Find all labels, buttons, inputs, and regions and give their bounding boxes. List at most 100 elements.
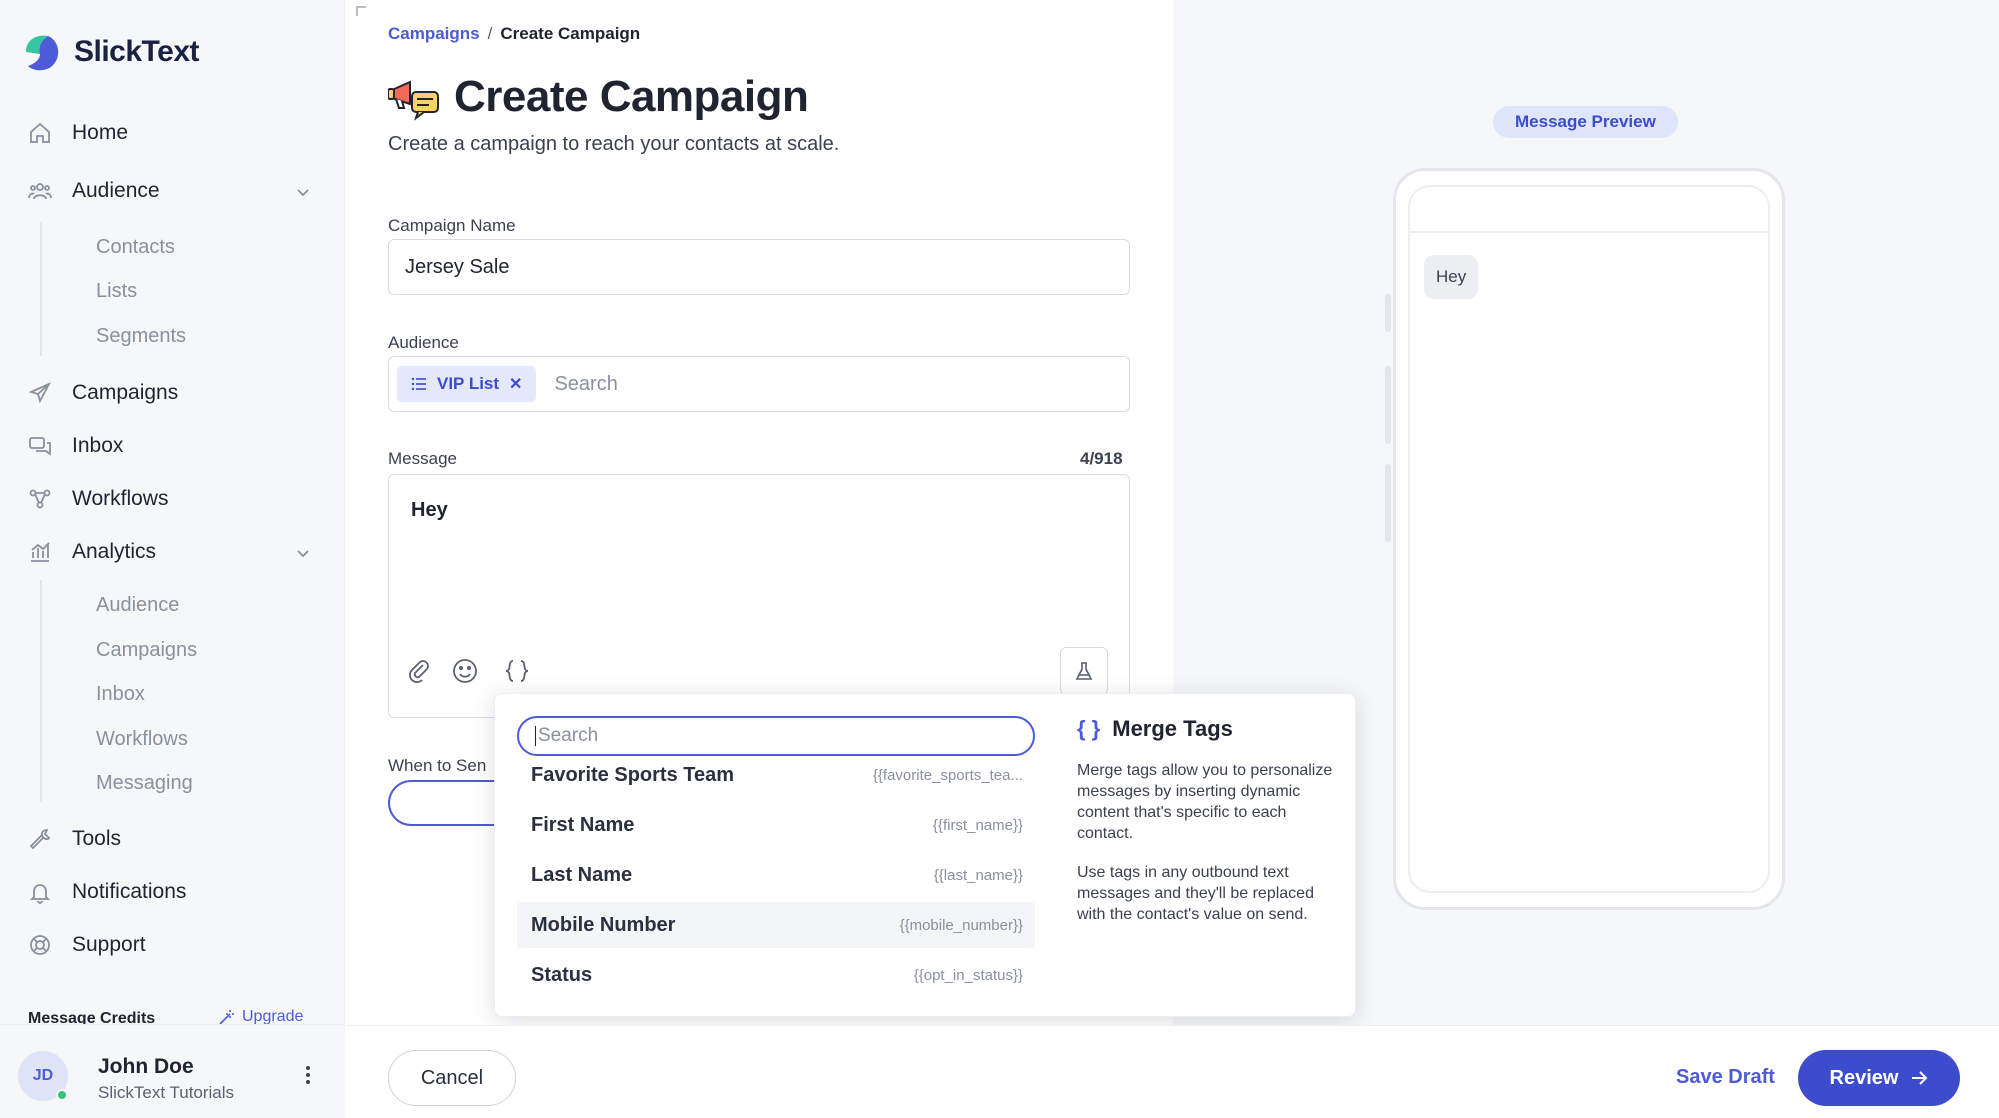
preview-message-bubble: Hey <box>1424 255 1479 299</box>
merge-tag-name: Last Name <box>531 863 633 886</box>
merge-tag-name: Mobile Number <box>531 913 676 936</box>
bell-icon <box>29 884 51 904</box>
page-subtitle: Create a campaign to reach your contacts… <box>388 133 840 155</box>
lifebuoy-icon <box>30 935 50 955</box>
merge-tag-code: {{opt_in_status}} <box>913 966 1023 984</box>
phone-side-button <box>1385 294 1391 332</box>
nav-item-campaigns[interactable]: Campaigns <box>28 378 178 408</box>
audience-chip-label: VIP List <box>437 374 500 393</box>
submenu-line <box>40 222 42 356</box>
slicktext-logo-icon <box>20 30 64 74</box>
breadcrumb-campaigns-link[interactable]: Campaigns <box>388 24 480 44</box>
braces-icon: { } <box>1077 716 1101 741</box>
save-draft-button[interactable]: Save Draft <box>1676 1066 1775 1089</box>
phone-side-button <box>1385 366 1391 444</box>
audience-search-input[interactable]: Search <box>554 373 617 396</box>
message-text: Hey <box>411 499 448 521</box>
chevron-down-icon[interactable] <box>293 182 313 202</box>
merge-tag-code: {{favorite_sports_tea... <box>872 766 1023 784</box>
nav-item-inbox[interactable]: Inbox <box>28 431 123 461</box>
more-vertical-icon[interactable] <box>298 1063 318 1087</box>
nav-label-analytics: Analytics <box>72 540 157 563</box>
online-status-dot <box>56 1089 68 1101</box>
nav-sub-analytics-audience[interactable]: Audience <box>96 594 179 617</box>
chat-icon <box>29 437 51 456</box>
nav-sub-analytics-campaigns[interactable]: Campaigns <box>96 639 197 662</box>
merge-tag-code: {{last_name}} <box>933 866 1023 884</box>
list-icon <box>411 377 426 391</box>
nav-item-audience[interactable]: Audience <box>28 176 160 206</box>
nav-item-home[interactable]: Home <box>28 118 128 148</box>
arrow-right-icon <box>1912 1071 1928 1085</box>
nav-item-notifications[interactable]: Notifications <box>28 877 186 907</box>
phone-header <box>1410 187 1768 233</box>
wrench-icon <box>29 829 51 850</box>
review-button[interactable]: Review <box>1798 1050 1960 1106</box>
sidebar: SlickText Home Audience Contacts Lists S… <box>0 0 345 1118</box>
audience-chip[interactable]: VIP List ✕ <box>397 366 537 402</box>
submenu-line <box>40 580 42 802</box>
user-profile[interactable]: JD John Doe SlickText Tutorials <box>0 1024 345 1118</box>
cancel-button[interactable]: Cancel <box>388 1050 516 1106</box>
nav-label-inbox: Inbox <box>72 434 124 457</box>
megaphone-icon <box>388 80 439 121</box>
brand-name: SlickText <box>74 35 200 68</box>
nav-sub-analytics-workflows[interactable]: Workflows <box>96 728 188 751</box>
send-icon <box>28 382 52 404</box>
merge-tag-code: {{first_name}} <box>932 816 1023 834</box>
chevron-down-icon[interactable] <box>293 543 313 563</box>
nav-label-notifications: Notifications <box>72 880 187 903</box>
nav-sub-analytics-inbox[interactable]: Inbox <box>96 683 145 706</box>
breadcrumb: Campaigns / Create Campaign <box>388 24 640 44</box>
remove-chip-icon[interactable]: ✕ <box>509 374 522 394</box>
nav-sub-analytics-messaging[interactable]: Messaging <box>96 772 193 795</box>
home-icon <box>30 122 50 143</box>
nav-label-workflows: Workflows <box>72 487 169 510</box>
message-label: Message <box>388 449 457 468</box>
corner-marker <box>356 6 366 16</box>
chart-icon <box>31 542 50 562</box>
merge-tags-info: { } Merge Tags Merge tags allow you to p… <box>1077 716 1339 925</box>
merge-tag-option[interactable]: Favorite Sports Team {{favorite_sports_t… <box>517 752 1035 798</box>
merge-tags-usage: Use tags in any outbound text messages a… <box>1077 864 1314 923</box>
character-counter: 4/918 <box>1080 449 1123 468</box>
breadcrumb-current: Create Campaign <box>500 24 641 43</box>
campaign-name-input[interactable]: Jersey Sale <box>388 239 1130 295</box>
merge-tag-search-input[interactable]: Search <box>517 716 1035 756</box>
nav-item-support[interactable]: Support <box>28 930 146 960</box>
brand-logo[interactable]: SlickText <box>20 30 200 74</box>
phone-mockup: Hey <box>1393 168 1785 910</box>
nav-sub-segments[interactable]: Segments <box>96 325 186 348</box>
nav-item-tools[interactable]: Tools <box>28 824 121 854</box>
paperclip-icon[interactable] <box>405 657 433 685</box>
user-workspace: SlickText Tutorials <box>98 1083 235 1102</box>
workflow-icon <box>29 489 51 509</box>
merge-tag-name: First Name <box>531 813 635 836</box>
merge-tag-option[interactable]: Last Name {{last_name}} <box>517 852 1035 898</box>
nav-label-home: Home <box>72 121 129 144</box>
audience-input[interactable]: VIP List ✕ Search <box>388 356 1130 412</box>
merge-tag-option[interactable]: Status {{opt_in_status}} <box>517 952 1035 998</box>
merge-tags-description: Merge tags allow you to personalize mess… <box>1077 762 1333 842</box>
page-header: Create Campaign <box>388 72 809 122</box>
nav-sub-lists[interactable]: Lists <box>96 280 137 303</box>
message-textarea[interactable]: Hey <box>388 474 1130 718</box>
flask-icon <box>1075 662 1093 680</box>
merge-tags-icon[interactable] <box>503 657 531 685</box>
merge-tag-option[interactable]: First Name {{first_name}} <box>517 802 1035 848</box>
merge-tags-heading: { } Merge Tags <box>1077 716 1339 742</box>
merge-tags-popup: Search Favorite Sports Team {{favorite_s… <box>494 693 1356 1017</box>
page-title: Create Campaign <box>454 72 809 121</box>
test-message-button[interactable] <box>1060 647 1108 695</box>
merge-tag-option[interactable]: Mobile Number {{mobile_number}} <box>517 902 1035 948</box>
send-now-toggle[interactable] <box>388 780 498 826</box>
nav-item-workflows[interactable]: Workflows <box>28 484 168 514</box>
audience-label: Audience <box>388 333 459 352</box>
emoji-icon[interactable] <box>451 657 479 685</box>
nav-label-support: Support <box>72 933 146 956</box>
nav-item-analytics[interactable]: Analytics <box>28 537 156 567</box>
when-to-send-label: When to Sen <box>388 756 487 775</box>
nav-sub-contacts[interactable]: Contacts <box>96 236 175 259</box>
audience-icon <box>28 183 52 200</box>
campaign-name-value: Jersey Sale <box>405 255 510 278</box>
